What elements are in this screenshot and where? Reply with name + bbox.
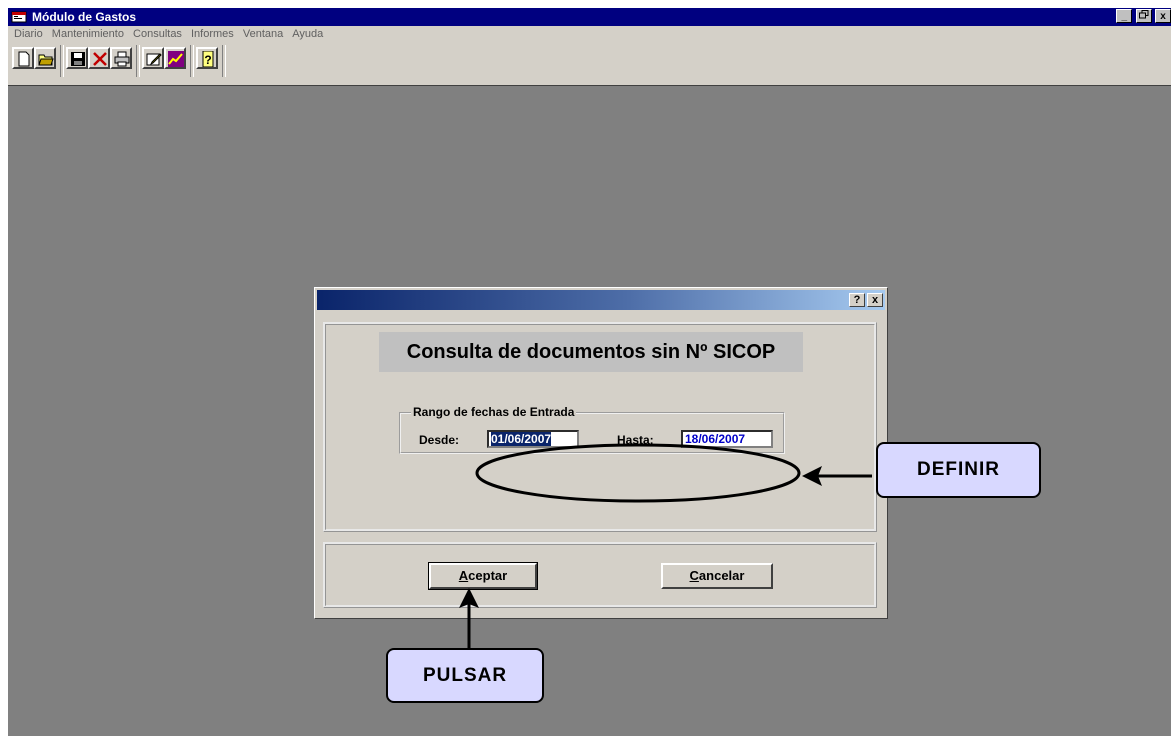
- annotation-overlay: [459, 443, 872, 652]
- highlight-ellipse: [475, 443, 801, 503]
- pulsar-callout: PULSAR: [386, 648, 544, 703]
- definir-callout: DEFINIR: [876, 442, 1041, 498]
